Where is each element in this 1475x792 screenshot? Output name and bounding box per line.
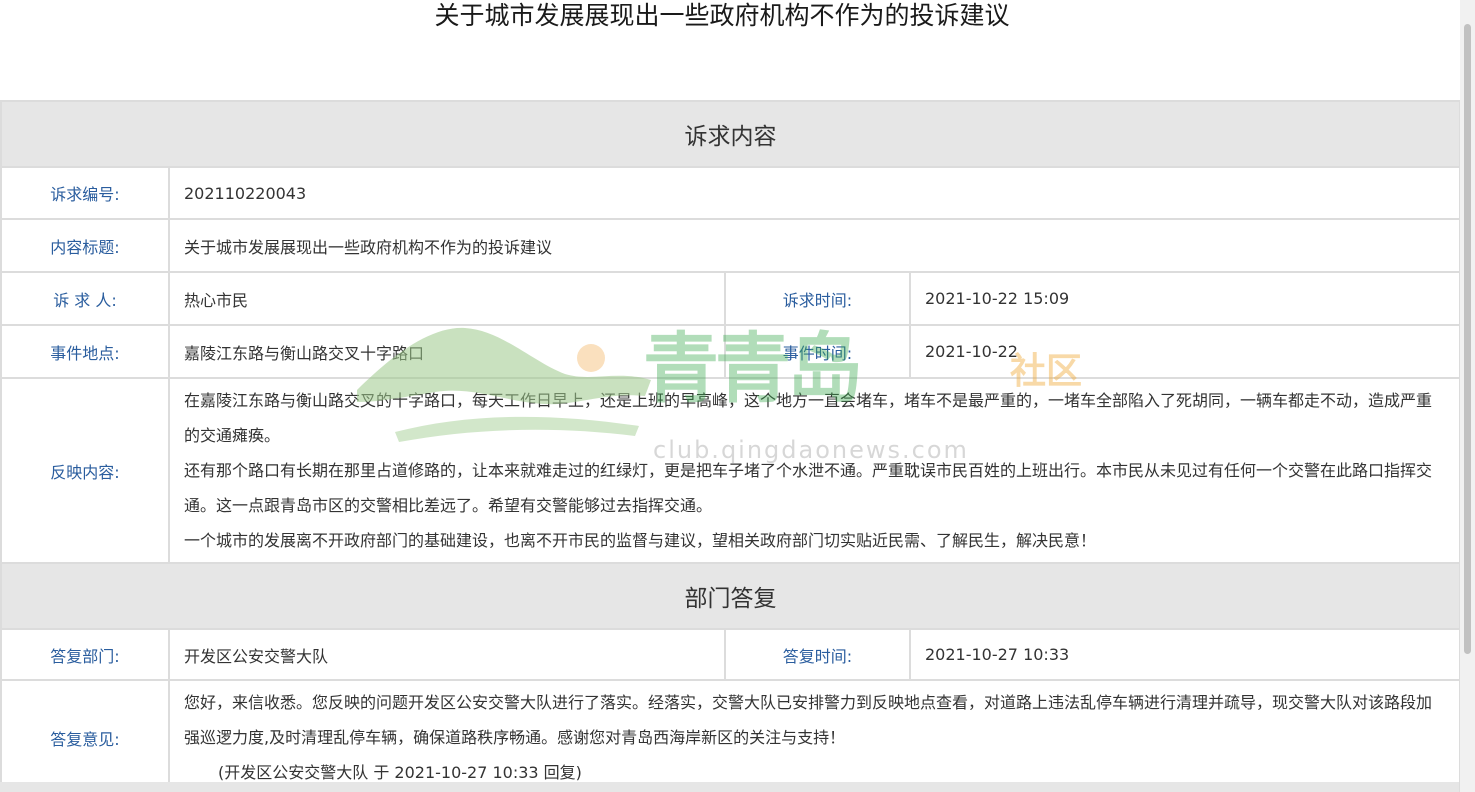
reply-dept-label: 答复部门:	[0, 628, 170, 681]
appeal-content-body: 在嘉陵江东路与衡山路交叉的十字路口，每天工作日早上，还是上班的早高峰，这个地方一…	[168, 377, 1461, 564]
petitioner-label: 诉 求 人:	[0, 271, 170, 326]
reply-opinion-row: 答复意见: 您好，来信收悉。您反映的问题开发区公安交警大队进行了落实。经落实，交…	[0, 679, 1461, 792]
appeal-time-value: 2021-10-22 15:09	[909, 271, 1461, 326]
appeal-subject-label: 内容标题:	[0, 218, 170, 273]
reply-section-header: 部门答复	[0, 562, 1461, 630]
appeal-content-label: 反映内容:	[0, 377, 170, 564]
appeal-content-row: 反映内容: 在嘉陵江东路与衡山路交叉的十字路口，每天工作日早上，还是上班的早高峰…	[0, 377, 1461, 564]
complaint-table: 诉求内容 诉求编号: 202110220043 内容标题: 关于城市发展展现出一…	[0, 100, 1461, 792]
appeal-subject-value: 关于城市发展展现出一些政府机构不作为的投诉建议	[168, 218, 1461, 273]
complaint-detail-page: 关于城市发展展现出一些政府机构不作为的投诉建议 诉求内容 诉求编号: 20211…	[0, 0, 1475, 792]
event-time-value: 2021-10-22	[909, 324, 1461, 379]
page-title: 关于城市发展展现出一些政府机构不作为的投诉建议	[434, 1, 1010, 30]
scrollbar-thumb[interactable]	[1464, 24, 1471, 654]
appeal-content-paragraph: 还有那个路口有长期在那里占道修路的，让本来就难走过的红绿灯，更是把车子堵了个水泄…	[184, 461, 1433, 515]
appeal-time-label: 诉求时间:	[724, 271, 911, 326]
appeal-content-paragraph: 一个城市的发展离不开政府部门的基础建设，也离不开市民的监督与建议，望相关政府部门…	[184, 531, 1097, 550]
appeal-number-value: 202110220043	[168, 166, 1461, 220]
event-time-label: 事件时间:	[724, 324, 911, 379]
reply-section-title: 部门答复	[0, 562, 1461, 630]
appeal-content-paragraph: 在嘉陵江东路与衡山路交叉的十字路口，每天工作日早上，还是上班的早高峰，这个地方一…	[184, 391, 1433, 445]
reply-time-value: 2021-10-27 10:33	[909, 628, 1461, 681]
reply-dept-row: 答复部门: 开发区公安交警大队 答复时间: 2021-10-27 10:33	[0, 628, 1461, 681]
appeal-number-row: 诉求编号: 202110220043	[0, 166, 1461, 220]
next-section-strip	[0, 782, 1459, 792]
reply-opinion-body: 您好，来信收悉。您反映的问题开发区公安交警大队进行了落实。经落实，交警大队已安排…	[168, 679, 1461, 792]
reply-dept-value: 开发区公安交警大队	[168, 628, 726, 681]
event-location-value: 嘉陵江东路与衡山路交叉十字路口	[168, 324, 726, 379]
reply-opinion-text: 您好，来信收悉。您反映的问题开发区公安交警大队进行了落实。经落实，交警大队已安排…	[184, 693, 1433, 747]
appeal-number-label: 诉求编号:	[0, 166, 170, 220]
petitioner-value: 热心市民	[168, 271, 726, 326]
event-location-label: 事件地点:	[0, 324, 170, 379]
appeal-section-header: 诉求内容	[0, 100, 1461, 168]
appeal-subject-row: 内容标题: 关于城市发展展现出一些政府机构不作为的投诉建议	[0, 218, 1461, 273]
appeal-section-title: 诉求内容	[0, 100, 1461, 168]
appeal-petitioner-row: 诉 求 人: 热心市民 诉求时间: 2021-10-22 15:09	[0, 271, 1461, 326]
reply-time-label: 答复时间:	[724, 628, 911, 681]
event-location-row: 事件地点: 嘉陵江东路与衡山路交叉十字路口 事件时间: 2021-10-22	[0, 324, 1461, 379]
reply-opinion-label: 答复意见:	[0, 679, 170, 792]
